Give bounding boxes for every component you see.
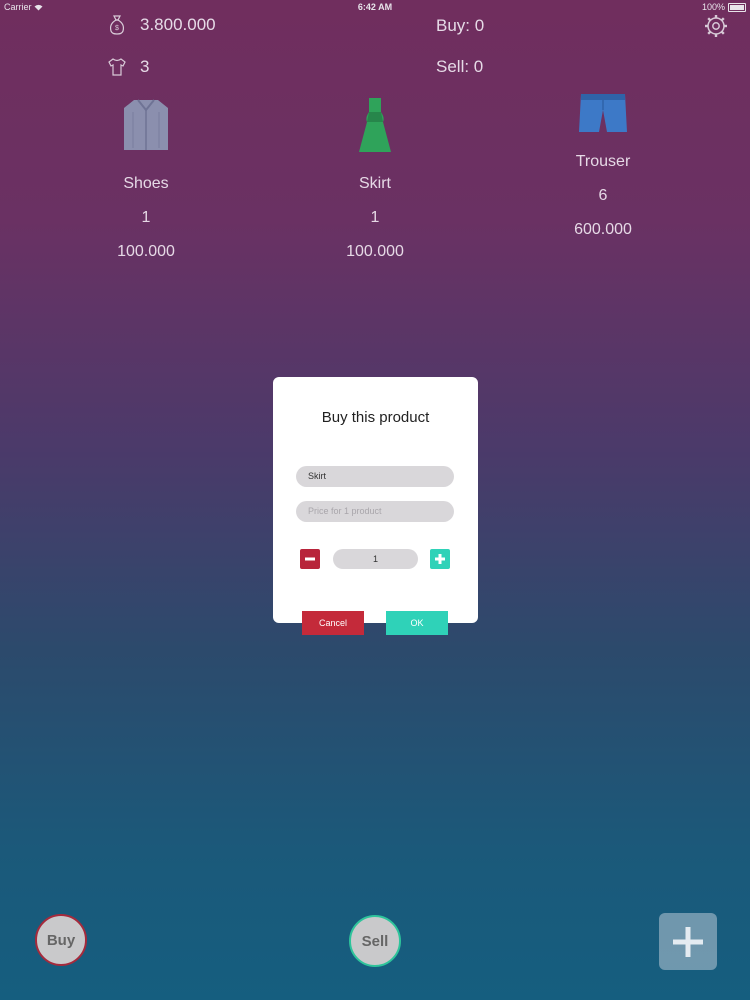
dialog-title: Buy this product [321,409,430,426]
sell-counter: Sell: 0 [436,57,483,77]
product-name: Shoes [123,175,169,192]
battery-indicator: 100% [702,2,746,12]
battery-icon [728,2,746,12]
buy-counter: Buy: 0 [436,16,484,36]
product-count: 6 [598,187,608,204]
price-field[interactable] [296,501,454,522]
buy-button[interactable]: Buy [35,914,87,966]
product-name-field[interactable] [296,466,454,487]
money-stat: $ 3.800.000 [106,14,216,36]
settings-button[interactable] [704,14,728,38]
product-name: Trouser [575,153,631,170]
product-count: 1 [370,209,380,226]
dress-icon [359,98,391,152]
shirt-icon [124,99,168,150]
cancel-button[interactable]: Cancel [302,611,364,635]
increment-button[interactable] [430,549,450,569]
ok-button[interactable]: OK [386,611,448,635]
product-card-trouser[interactable]: Trouser 6 600.000 [518,88,688,239]
status-time: 6:42 AM [357,2,393,12]
product-price: 100.000 [346,243,404,260]
sell-button[interactable]: Sell [349,915,401,967]
status-bar: Carrier 6:42 AM 100% [0,0,750,14]
quantity-value[interactable]: 1 [333,549,418,569]
buy-product-dialog: Buy this product 1 Cancel OK [273,377,478,635]
product-price: 600.000 [574,221,632,238]
add-product-button[interactable] [659,913,717,970]
svg-text:$: $ [115,25,119,32]
product-count: 1 [141,209,151,226]
shorts-icon [579,94,627,132]
sell-count-text: Sell: 0 [436,57,484,76]
plus-icon [673,926,703,957]
decrement-button[interactable] [300,549,320,569]
buy-button-label: Buy [46,931,76,949]
product-card-shoes[interactable]: Shoes 1 100.000 [61,96,231,261]
buy-count-text: Buy: 0 [436,16,485,35]
money-bag-icon: $ [109,15,125,35]
gear-icon [705,15,727,37]
product-card-skirt[interactable]: Skirt 1 100.000 [290,96,460,261]
battery-percent: 100% [701,2,725,12]
tshirt-icon [108,58,126,76]
product-name: Skirt [359,175,391,192]
money-value: 3.800.000 [140,15,216,34]
plus-icon [435,554,445,564]
minus-icon [305,557,315,561]
sell-button-label: Sell [361,932,389,950]
items-value: 3 [140,57,150,76]
product-price: 100.000 [117,243,175,260]
items-stat: 3 [106,56,149,78]
